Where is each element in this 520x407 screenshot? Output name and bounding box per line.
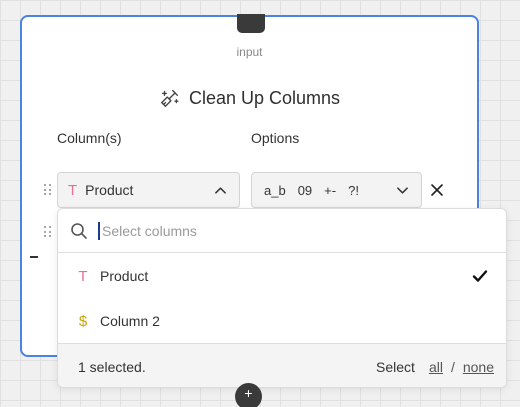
option-letters: a_b (264, 182, 286, 198)
text-type-icon: T (68, 181, 78, 199)
text-type-icon: T (78, 267, 88, 285)
dropdown-footer: 1 selected. Select all / none (58, 344, 506, 387)
column-search[interactable]: Select columns (58, 209, 506, 253)
column-option-column-2[interactable]: $ Column 2 (58, 299, 506, 343)
input-port[interactable] (237, 14, 265, 33)
node-title-text: Clean Up Columns (188, 87, 341, 108)
column-option-product[interactable]: T Product (58, 254, 506, 298)
number-type-icon: $ (78, 312, 88, 330)
chevron-up-icon (215, 187, 226, 194)
selection-count: 1 selected. (78, 358, 146, 375)
chevron-down-icon (397, 187, 408, 194)
column-option-label: Product (100, 268, 149, 284)
row-drag-handle[interactable] (44, 184, 52, 196)
output-port[interactable]: + (235, 383, 262, 407)
column-select-value: Product (85, 182, 134, 198)
option-digits: 09 (297, 182, 313, 198)
column-dropdown[interactable]: Select columns T Product $ Column 2 1 se… (57, 208, 507, 388)
option-signs: +- (324, 182, 337, 198)
row-drag-handle[interactable] (44, 226, 52, 238)
text-caret (98, 221, 100, 240)
column-option-list: T Product $ Column 2 (58, 253, 506, 344)
broom-sparkle-icon (161, 89, 179, 107)
node-title: Clean Up Columns (22, 87, 477, 109)
search-placeholder: Select columns (102, 222, 197, 239)
column-select[interactable]: T Product (57, 172, 240, 208)
option-punctuation: ?! (348, 182, 359, 198)
options-label: Options (251, 130, 300, 146)
checkmark-icon (472, 270, 488, 282)
select-none-link[interactable]: none (463, 359, 494, 375)
search-icon (71, 222, 87, 239)
partial-control (30, 256, 38, 258)
columns-label: Column(s) (57, 130, 122, 146)
separator: / (450, 358, 455, 375)
select-all-link[interactable]: all (429, 359, 443, 375)
column-option-label: Column 2 (100, 313, 160, 329)
remove-row-icon[interactable] (430, 183, 444, 197)
input-port-label: input (236, 45, 263, 59)
plus-icon: + (244, 384, 253, 401)
options-select[interactable]: a_b 09 +- ?! (251, 172, 422, 208)
select-label: Select (376, 358, 415, 375)
